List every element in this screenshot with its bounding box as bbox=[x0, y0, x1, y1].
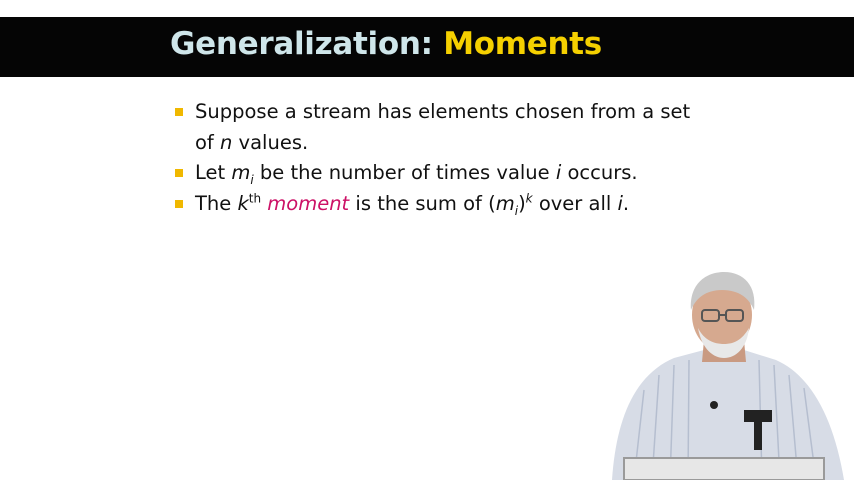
superscript-k: k bbox=[525, 191, 533, 205]
bullet-text: values. bbox=[232, 130, 309, 154]
variable-m: m bbox=[495, 191, 515, 215]
slide-title: Generalization: Moments bbox=[170, 24, 602, 64]
superscript-th: th bbox=[248, 191, 262, 205]
bullet-text: Let bbox=[195, 161, 232, 184]
title-accent: Moments bbox=[443, 26, 602, 62]
square-bullet-icon bbox=[175, 108, 183, 116]
bullet-list: Suppose a stream has elements chosen fro… bbox=[175, 97, 715, 219]
variable-m: m bbox=[231, 161, 251, 184]
lapel-mic-icon bbox=[710, 401, 718, 409]
variable-n: n bbox=[220, 130, 233, 154]
bullet-item: Let mi be the number of times value i oc… bbox=[175, 158, 715, 189]
bullet-text: ) bbox=[518, 191, 526, 215]
bullet-text: over all bbox=[532, 191, 618, 215]
bullet-text: The bbox=[195, 191, 238, 215]
bullet-item: The kth moment is the sum of (mi)k over … bbox=[175, 189, 715, 220]
podium-laptop bbox=[623, 457, 825, 480]
bullet-text: . bbox=[622, 191, 630, 215]
bullet-text: occurs. bbox=[561, 161, 638, 184]
emphasis-moment: moment bbox=[267, 191, 350, 215]
square-bullet-icon bbox=[175, 169, 183, 177]
bullet-text: is the sum of ( bbox=[349, 191, 496, 215]
lecture-slide: Generalization: Moments Suppose a stream… bbox=[0, 0, 854, 480]
top-strip bbox=[0, 0, 854, 17]
speaker-video-overlay bbox=[612, 272, 844, 480]
bullet-text: be the number of times value bbox=[253, 161, 556, 184]
square-bullet-icon bbox=[175, 199, 183, 208]
variable-k: k bbox=[237, 191, 249, 215]
bullet-item: Suppose a stream has elements chosen fro… bbox=[175, 97, 715, 158]
title-main: Generalization: bbox=[170, 26, 444, 62]
